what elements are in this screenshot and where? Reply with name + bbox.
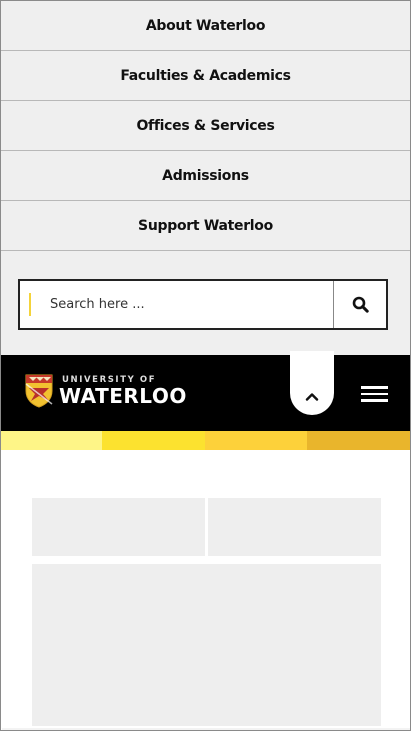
stripe-segment-4 [307,431,410,450]
search-input-wrapper [20,281,333,328]
university-logo[interactable]: UNIVERSITY OF WATERLOO [25,374,187,408]
logo-wordmark: WATERLOO [59,384,187,409]
chevron-up-icon [305,393,319,401]
hamburger-bar [361,392,388,395]
main-nav-menu: About Waterloo Faculties & Academics Off… [1,1,410,251]
nav-item-faculties-academics[interactable]: Faculties & Academics [1,51,410,101]
search-button[interactable] [333,281,386,328]
site-header: UNIVERSITY OF WATERLOO [1,351,410,431]
nav-item-offices-services[interactable]: Offices & Services [1,101,410,151]
search-input[interactable] [20,281,333,328]
hamburger-menu-button[interactable] [361,386,388,402]
nav-item-support-waterloo[interactable]: Support Waterloo [1,201,410,251]
stripe-segment-1 [1,431,102,450]
page-frame: About Waterloo Faculties & Academics Off… [0,0,411,731]
stripe-segment-3 [205,431,307,450]
crest-icon [25,374,53,408]
content-placeholder-left [32,498,205,556]
text-caret [29,293,31,316]
search-section [1,251,410,355]
search-box [18,279,388,330]
content-placeholder-right [208,498,381,556]
collapse-menu-tab[interactable] [290,351,334,415]
nav-item-admissions[interactable]: Admissions [1,151,410,201]
stripe-segment-2 [102,431,205,450]
nav-item-about-waterloo[interactable]: About Waterloo [1,1,410,51]
search-icon [352,296,369,313]
brand-color-stripe [1,431,410,450]
content-placeholder-large [32,564,381,726]
logo-small-text: UNIVERSITY OF [62,374,157,385]
hamburger-bar [361,386,388,389]
hamburger-bar [361,399,388,402]
